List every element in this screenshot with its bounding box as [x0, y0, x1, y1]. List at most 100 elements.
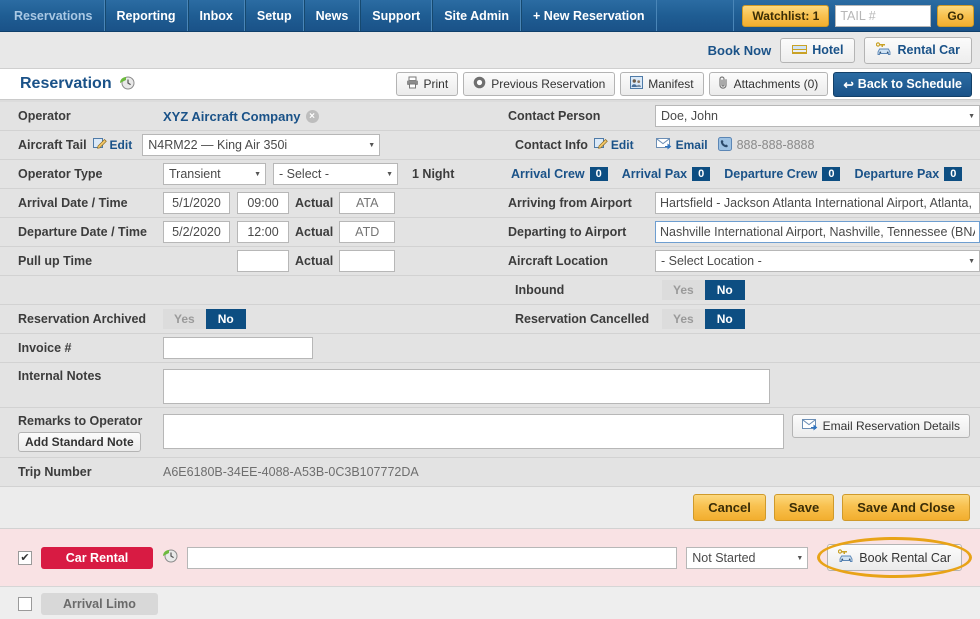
inbound-cell: Inbound Yes No	[497, 280, 980, 300]
nav-item-inbox[interactable]: Inbox	[187, 0, 245, 31]
pullup-actual-input[interactable]	[339, 250, 396, 272]
attachments-label: Attachments (0)	[733, 77, 819, 91]
operator-value[interactable]: XYZ Aircraft Company	[163, 109, 301, 124]
email-reservation-details-button[interactable]: Email Reservation Details	[791, 414, 970, 438]
departure-crew-label[interactable]: Departure Crew	[724, 167, 817, 181]
invoice-input[interactable]	[163, 337, 313, 359]
book-rental-car-top-button[interactable]: Rental Car	[864, 36, 972, 64]
book-now-label: Book Now	[707, 42, 772, 58]
nav-item-new-reservation[interactable]: + New Reservation	[521, 0, 657, 31]
departure-date-input[interactable]	[163, 221, 230, 243]
contact-edit-pencil-icon[interactable]	[593, 137, 608, 153]
cancel-button[interactable]: Cancel	[693, 494, 766, 521]
archived-no-option[interactable]: No	[205, 309, 246, 329]
arrival-crew-label[interactable]: Arrival Crew	[511, 167, 585, 181]
book-rental-car-button[interactable]: Book Rental Car	[827, 544, 962, 571]
cancelled-no-option[interactable]: No	[704, 309, 745, 329]
cancelled-toggle[interactable]: Yes No	[662, 309, 745, 329]
departure-datetime-label: Departure Date / Time	[18, 225, 147, 239]
arrival-time-input[interactable]	[237, 192, 289, 214]
car-rental-status-select[interactable]: Not Started	[686, 546, 809, 569]
nav-item-site-admin[interactable]: Site Admin	[432, 0, 522, 31]
aircraft-location-select[interactable]: - Select Location -	[655, 250, 980, 272]
email-envelope-icon[interactable]	[655, 137, 672, 153]
internal-notes-textarea[interactable]	[163, 369, 770, 404]
operator-subtype-select[interactable]: - Select -	[273, 163, 398, 185]
print-button[interactable]: Print	[395, 72, 459, 96]
go-button[interactable]: Go	[937, 4, 974, 27]
car-rental-history-icon[interactable]	[162, 548, 178, 567]
add-standard-note-button[interactable]: Add Standard Note	[18, 432, 141, 452]
arrival-date-input[interactable]	[163, 192, 230, 214]
cancelled-yes-option[interactable]: Yes	[662, 309, 705, 329]
form-row-remarks: Remarks to Operator Add Standard Note Em…	[0, 408, 980, 458]
atd-input[interactable]	[339, 221, 396, 243]
save-button[interactable]: Save	[773, 494, 835, 521]
form-row-departure: Departure Date / Time Actual Departing t…	[0, 218, 980, 247]
book-rental-car-highlight: Book Rental Car	[817, 537, 972, 578]
remarks-textarea[interactable]	[163, 414, 784, 449]
manifest-button[interactable]: Manifest	[620, 72, 704, 96]
departing-to-input[interactable]	[655, 221, 980, 243]
hotel-bed-icon	[792, 43, 808, 58]
archived-yes-option[interactable]: Yes	[163, 309, 206, 329]
save-and-close-button[interactable]: Save And Close	[842, 494, 970, 521]
history-clock-icon[interactable]	[119, 75, 135, 94]
print-label: Print	[423, 77, 449, 91]
nav-item-reporting[interactable]: Reporting	[104, 0, 188, 31]
inbound-yes-option[interactable]: Yes	[662, 280, 705, 300]
remarks-label-cell: Remarks to Operator Add Standard Note	[0, 414, 163, 452]
departure-time-input[interactable]	[237, 221, 289, 243]
remarks-field-cell: Email Reservation Details	[163, 414, 980, 449]
attachments-button[interactable]: Attachments (0)	[708, 72, 829, 96]
email-link[interactable]: Email	[676, 138, 708, 152]
pullup-cell: Pull up Time Actual	[0, 250, 490, 272]
service-row-arrival-limo: Arrival Limo	[0, 587, 980, 619]
car-rental-notes-textarea[interactable]	[187, 546, 678, 569]
email-reservation-details-label: Email Reservation Details	[822, 419, 960, 433]
inbound-toggle[interactable]: Yes No	[662, 280, 745, 300]
aircraft-tail-select[interactable]: N4RM22 — King Air 350i	[142, 134, 381, 156]
archived-toggle[interactable]: Yes No	[163, 309, 246, 329]
nav-item-setup[interactable]: Setup	[244, 0, 304, 31]
contact-info-cell: Contact Info Edit Email 888-888-8888	[497, 136, 980, 154]
nav-item-reservations[interactable]: Reservations	[0, 0, 105, 31]
edit-pencil-icon[interactable]	[92, 137, 107, 153]
pullup-time-input[interactable]	[237, 250, 289, 272]
operator-type-cell: Operator Type Transient - Select - 1 Nig…	[0, 163, 497, 185]
form-row-trip-number: Trip Number A6E6180B-34EE-4088-A53B-0C3B…	[0, 458, 980, 487]
inbound-no-option[interactable]: No	[704, 280, 745, 300]
nav-item-news[interactable]: News	[303, 0, 361, 31]
arrival-pax-count: 0	[692, 167, 711, 181]
contact-info-edit-link[interactable]: Edit	[611, 138, 634, 152]
archived-cell: Reservation Archived Yes No	[0, 309, 497, 329]
nav-item-support[interactable]: Support	[360, 0, 433, 31]
clear-operator-icon[interactable]: ×	[305, 109, 319, 123]
page-title-bar: Reservation Print Previous Reservation M…	[0, 69, 980, 99]
car-rental-tag[interactable]: Car Rental	[41, 546, 153, 569]
arrival-pax-label[interactable]: Arrival Pax	[622, 167, 687, 181]
departure-crew-count: 0	[822, 167, 841, 181]
tail-search-input[interactable]	[835, 4, 932, 27]
form-row-inbound: Inbound Yes No	[0, 276, 980, 305]
operator-type-select[interactable]: Transient	[163, 163, 266, 185]
contact-person-select[interactable]: Doe, John	[655, 105, 980, 127]
book-hotel-button[interactable]: Hotel	[780, 37, 856, 63]
departing-to-cell: Departing to Airport	[490, 221, 980, 243]
watchlist-button[interactable]: Watchlist: 1	[742, 4, 830, 27]
arrival-limo-checkbox[interactable]	[18, 597, 32, 611]
inbound-label: Inbound	[515, 283, 565, 297]
operator-cell: Operator XYZ Aircraft Company ×	[0, 109, 490, 124]
nav-label: Setup	[256, 8, 292, 23]
ata-input[interactable]	[339, 192, 396, 214]
previous-reservation-button[interactable]: Previous Reservation	[463, 72, 616, 96]
arrival-limo-tag[interactable]: Arrival Limo	[41, 593, 158, 615]
operator-label: Operator	[18, 109, 71, 123]
aircraft-tail-edit-link[interactable]: Edit	[110, 138, 133, 152]
departure-pax-label[interactable]: Departure Pax	[854, 167, 939, 181]
reservation-form: Operator XYZ Aircraft Company × Contact …	[0, 102, 980, 487]
manifest-label: Manifest	[648, 77, 694, 91]
car-rental-checkbox[interactable]: ✔	[18, 550, 32, 565]
arriving-from-input[interactable]	[655, 192, 980, 214]
back-to-schedule-button[interactable]: ↩ Back to Schedule	[833, 71, 972, 97]
